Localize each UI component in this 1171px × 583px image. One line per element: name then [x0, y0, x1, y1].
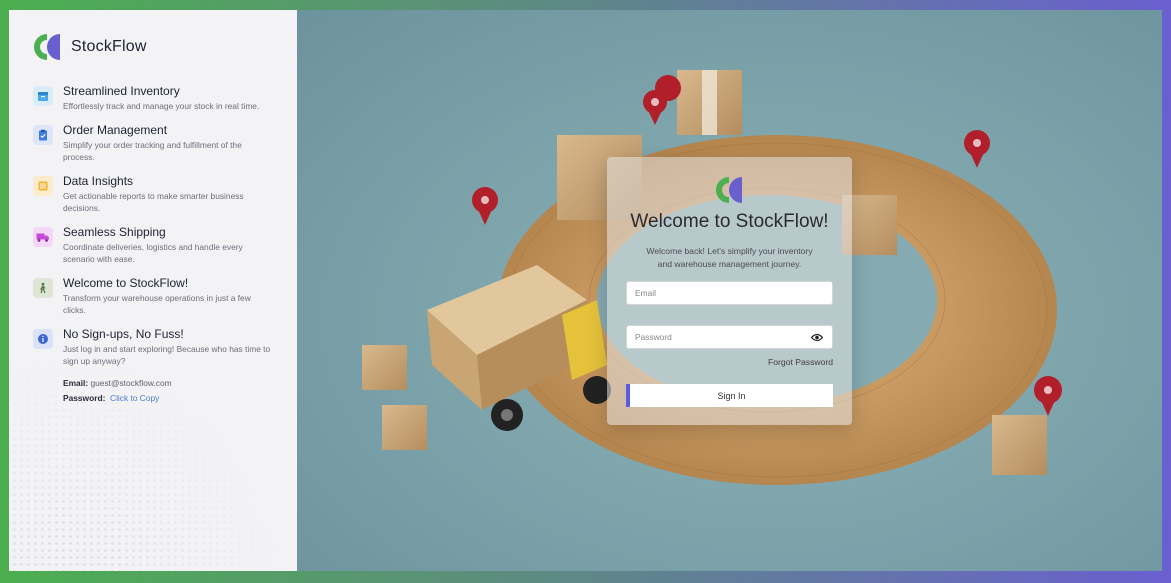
feature-item-no-signup: No Sign-ups, No Fuss! Just log in and st… — [33, 327, 275, 406]
password-input[interactable] — [627, 326, 832, 348]
feature-sidebar: StockFlow Streamlined Inventory Effortle… — [9, 10, 297, 571]
feature-item-insights: Data Insights Get actionable reports to … — [33, 174, 275, 214]
database-icon — [33, 176, 53, 196]
login-subtitle-line: and warehouse management journey. — [657, 258, 802, 269]
feature-desc: Coordinate deliveries, logistics and han… — [63, 242, 243, 264]
login-title: Welcome to StockFlow! — [630, 211, 829, 232]
app-frame: StockFlow Streamlined Inventory Effortle… — [9, 10, 1162, 571]
feature-desc: Effortlessly track and manage your stock… — [63, 101, 260, 111]
feature-item-welcome: Welcome to StockFlow! Transform your war… — [33, 276, 275, 316]
info-icon — [33, 329, 53, 349]
login-subtitle: Welcome back! Let's simplify your invent… — [626, 245, 833, 270]
feature-title: Seamless Shipping — [63, 225, 166, 239]
login-subtitle-line: Welcome back! Let's simplify your invent… — [646, 246, 813, 256]
stockflow-logo-icon — [715, 175, 745, 205]
feature-item-orders: Order Management Simplify your order tra… — [33, 123, 275, 163]
clipboard-check-icon — [33, 125, 53, 145]
worker-icon — [33, 278, 53, 298]
feature-item-inventory: Streamlined Inventory Effortlessly track… — [33, 84, 275, 112]
brand-name: StockFlow — [71, 38, 147, 55]
password-field-wrapper — [626, 325, 833, 349]
feature-desc: Just log in and start exploring! Because… — [63, 344, 271, 366]
email-input[interactable] — [627, 282, 832, 304]
guest-password-row: Password: Click to Copy — [63, 391, 275, 406]
feature-title: Welcome to StockFlow! — [63, 276, 189, 290]
copy-password-link[interactable]: Click to Copy — [110, 393, 159, 403]
feature-desc: Get actionable reports to make smarter b… — [63, 191, 244, 213]
guest-credentials: Email: guest@stockflow.com Password: Cli… — [63, 376, 275, 406]
feature-item-shipping: Seamless Shipping Coordinate deliveries,… — [33, 225, 275, 265]
sign-in-button[interactable]: Sign In — [626, 384, 833, 407]
feature-title: Data Insights — [63, 174, 134, 188]
feature-title: Order Management — [63, 123, 168, 137]
login-card: Welcome to StockFlow! Welcome back! Let'… — [607, 157, 852, 425]
feature-title: Streamlined Inventory — [63, 84, 180, 98]
password-label: Password: — [63, 393, 106, 403]
feature-desc: Transform your warehouse operations in j… — [63, 293, 251, 315]
inventory-box-icon — [33, 86, 53, 106]
email-label: Email: — [63, 378, 89, 388]
guest-email-value: guest@stockflow.com — [90, 378, 172, 388]
show-password-eye-icon[interactable] — [811, 332, 823, 343]
brand-header: StockFlow — [33, 32, 275, 62]
stockflow-logo-icon — [33, 32, 63, 62]
hero-background: Welcome to StockFlow! Welcome back! Let'… — [297, 10, 1162, 571]
guest-email-row: Email: guest@stockflow.com — [63, 376, 275, 391]
feature-title: No Sign-ups, No Fuss! — [63, 327, 184, 341]
forgot-password-link[interactable]: Forgot Password — [626, 357, 833, 367]
feature-desc: Simplify your order tracking and fulfill… — [63, 140, 242, 162]
truck-icon — [33, 227, 53, 247]
email-field-wrapper — [626, 281, 833, 305]
